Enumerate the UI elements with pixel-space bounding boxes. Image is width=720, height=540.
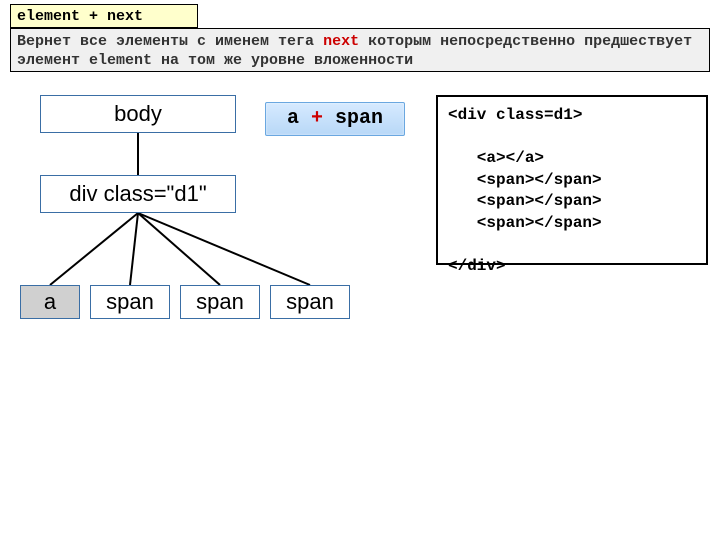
explanation: Вернет все элементы с именем тега next к…	[10, 28, 710, 72]
selector-a: a	[287, 107, 299, 130]
selector-badge: a + span	[265, 102, 405, 136]
tree-body: body	[40, 95, 236, 133]
explain-elem: element	[89, 52, 152, 69]
explain-post: на том же уровне вложенности	[152, 52, 413, 69]
code-block: <div class=d1> <a></a> <span></span> <sp…	[436, 95, 708, 265]
tree-span-3: span	[270, 285, 350, 319]
explain-pre: Вернет все элементы с именем тега	[17, 33, 323, 50]
selector-plus: +	[311, 107, 323, 130]
tree-span-2: span	[180, 285, 260, 319]
tree-a: a	[20, 285, 80, 319]
tree-span-1: span	[90, 285, 170, 319]
title-band: element + next	[10, 4, 198, 28]
explain-next: next	[323, 33, 359, 50]
tree-div: div class="d1"	[40, 175, 236, 213]
selector-span: span	[335, 107, 383, 130]
